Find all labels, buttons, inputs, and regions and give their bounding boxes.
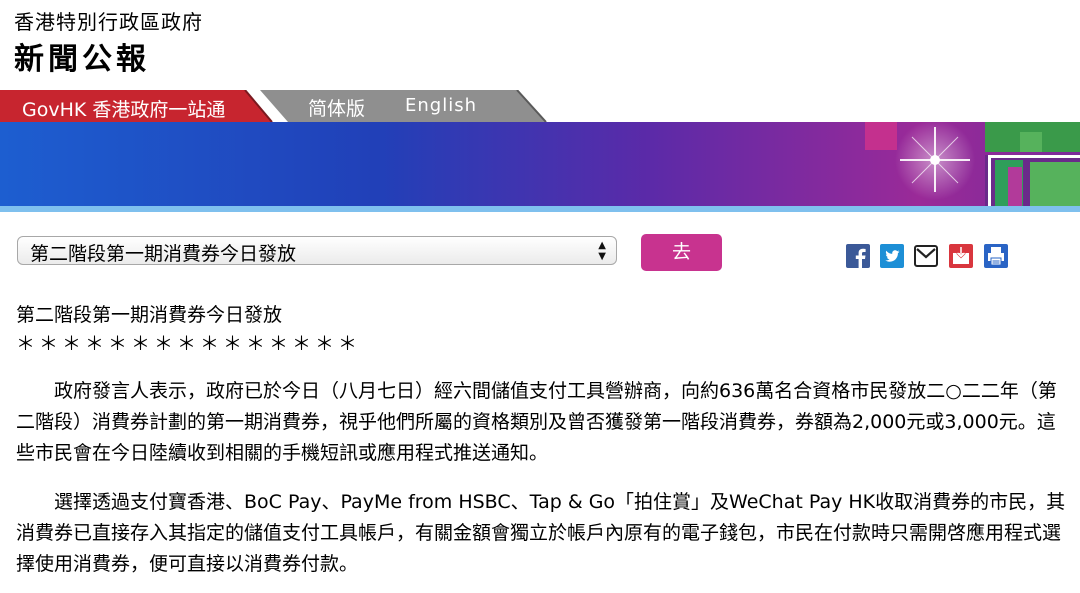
- save-icon[interactable]: [949, 244, 973, 268]
- article: 第二階段第一期消費券今日發放 ＊＊＊＊＊＊＊＊＊＊＊＊＊＊＊ 政府發言人表示，政…: [16, 300, 1066, 593]
- press-releases-title[interactable]: 新聞公報: [14, 34, 150, 78]
- top-navigation: GovHK 香港政府一站通 简体版 English: [0, 90, 1080, 122]
- article-paragraph: 選擇透過支付寶香港、BoC Pay、PayMe from HSBC、Tap & …: [16, 491, 1066, 575]
- press-release-select[interactable]: 第二階段第一期消費券今日發放 ▲ ▼: [17, 236, 617, 265]
- article-paragraph: 政府發言人表示，政府已於今日（八月七日）經六間儲值支付工具營辦商，向約636萬名…: [16, 380, 1057, 464]
- go-button[interactable]: 去: [641, 234, 722, 271]
- language-tabs: 简体版 English: [250, 90, 550, 122]
- facebook-icon[interactable]: [846, 244, 870, 268]
- tab-simplified-chinese[interactable]: 简体版: [308, 94, 365, 121]
- twitter-icon[interactable]: [880, 244, 904, 268]
- email-icon[interactable]: [914, 244, 938, 268]
- government-name: 香港特別行政區政府: [14, 10, 203, 34]
- selected-release: 第二階段第一期消費券今日發放: [30, 243, 297, 265]
- title-underline-stars: ＊＊＊＊＊＊＊＊＊＊＊＊＊＊＊: [16, 333, 362, 355]
- print-icon[interactable]: [984, 244, 1008, 268]
- tab-govhk[interactable]: GovHK 香港政府一站通: [0, 90, 275, 122]
- article-title: 第二階段第一期消費券今日發放: [16, 304, 283, 326]
- tab-govhk-label: GovHK 香港政府一站通: [22, 99, 226, 121]
- select-arrows-icon: ▲ ▼: [598, 240, 606, 262]
- release-controls: 第二階段第一期消費券今日發放 ▲ ▼ 去: [0, 228, 1080, 276]
- header-banner: [0, 122, 1080, 212]
- tab-english[interactable]: English: [405, 95, 477, 116]
- language-tab-shape: [260, 90, 547, 122]
- site-header: 香港特別行政區政府 新聞公報: [0, 0, 1080, 90]
- banner-graphic: [0, 122, 1080, 212]
